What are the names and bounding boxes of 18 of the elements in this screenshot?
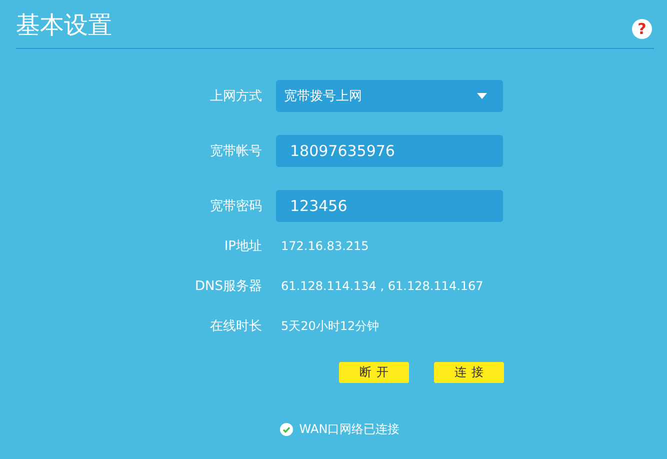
help-button[interactable]: ? [632,18,652,38]
connect-button[interactable]: 连接 [434,362,504,383]
info-value: 61.128.114.134 , 61.128.114.167 [280,279,484,293]
disconnect-button[interactable]: 断开 [339,362,409,383]
input-field[interactable]: 18097635976 [276,135,503,167]
status-text: WAN口网络已连接 [299,421,400,438]
dropdown-field[interactable]: 宽带拨号上网 [276,80,503,112]
field-label: 宽带帐号 [209,143,262,160]
field-label: 宽带密码 [209,198,262,215]
field-label: 上网方式 [209,88,262,105]
caret-icon [477,93,487,99]
info-value: 5天20小时12分钟 [280,318,380,334]
info-label: DNS服务器 [194,278,262,295]
info-value: 172.16.83.215 [280,239,369,253]
info-label: IP地址 [223,238,262,255]
input-field[interactable]: 123456 [276,190,503,222]
page-title: 基本设置 [16,10,112,40]
info-label: 在线时长 [209,318,262,335]
